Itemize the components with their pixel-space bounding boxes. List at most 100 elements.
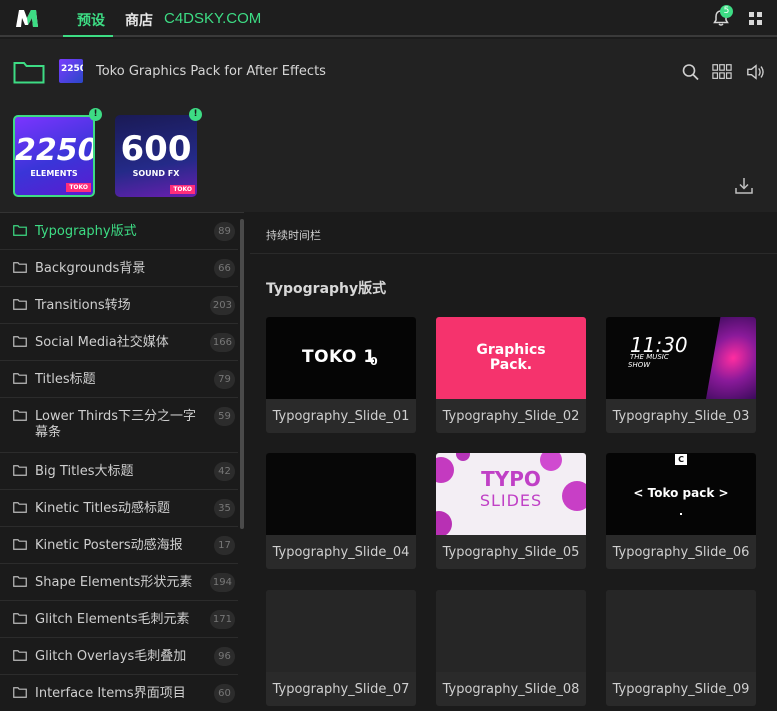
folder-icon [13, 687, 27, 698]
preset-caption: Typography_Slide_01 [272, 409, 410, 424]
folder-icon[interactable] [13, 60, 45, 84]
sidebar-item-label: Social Media社交媒体 [35, 335, 169, 350]
pack-thumbnail-text: 2250 [61, 64, 83, 74]
app-window: 预设 商店 C4DSKY.COM 5 2250 Toko Graphics Pa… [0, 0, 777, 711]
thumb-text: TOKO 1 [302, 347, 376, 367]
preset-caption: Typography_Slide_03 [612, 409, 750, 424]
sidebar-item[interactable]: Shape Elements形状元素 194 [0, 564, 238, 601]
category-sidebar: Typography版式 89 Backgrounds背景 66 Transitions… [0, 212, 244, 711]
sidebar-item[interactable]: Kinetic Titles动感标题 35 [0, 490, 238, 527]
preset-caption: Typography_Slide_06 [612, 545, 750, 560]
pack-card-subtitle: ELEMENTS [30, 169, 78, 178]
folder-icon [13, 336, 27, 347]
sidebar-item-count: 17 [214, 536, 235, 555]
sidebar-item[interactable]: Glitch Overlays毛刺叠加 96 [0, 638, 238, 675]
pack-card-subtitle: SOUND FX [132, 169, 180, 178]
sidebar-item-label: Typography版式 [35, 224, 137, 239]
preset-card[interactable]: Typography_Slide_04 [266, 453, 416, 569]
preset-thumbnail: Graphics Pack. [436, 317, 586, 399]
sidebar-item-label: Backgrounds背景 [35, 261, 146, 276]
logo-icon[interactable] [14, 7, 40, 29]
preset-card[interactable]: TOKO 1 0 Typography_Slide_01 [266, 317, 416, 433]
watermark-text: C4DSKY.COM [164, 10, 262, 27]
thumb-decoration [680, 513, 682, 515]
pack-card-number: 600 [120, 129, 192, 169]
thumb-text: THE MUSIC [630, 353, 669, 361]
thumb-text: < Toko pack > [633, 486, 729, 500]
tab-store[interactable]: 商店 [125, 10, 153, 30]
divider [250, 253, 777, 254]
search-icon[interactable] [681, 63, 701, 81]
thumb-decoration [706, 317, 756, 399]
preset-thumbnail [606, 590, 756, 672]
folder-icon [13, 410, 27, 421]
pack-card-elements[interactable]: 2250 ELEMENTS TOKO [13, 115, 95, 197]
preset-card[interactable]: Typography_Slide_09 [606, 590, 756, 706]
timeline-label: 持续时间栏 [266, 229, 321, 242]
sidebar-item[interactable]: Lower Thirds下三分之一字幕条 59 [0, 398, 238, 453]
volume-icon[interactable] [746, 63, 766, 81]
folder-icon [13, 650, 27, 661]
thumb-decoration [436, 511, 452, 535]
folder-icon [13, 539, 27, 550]
thumb-text: C [675, 454, 687, 465]
preset-card[interactable]: 11:30 THE MUSIC SHOW Typography_Slide_03 [606, 317, 756, 433]
sidebar-item-label: Shape Elements形状元素 [35, 575, 193, 590]
sidebar-item-label: Kinetic Titles动感标题 [35, 501, 170, 516]
download-icon[interactable] [734, 177, 754, 195]
folder-icon [13, 613, 27, 624]
sidebar-item[interactable]: Backgrounds背景 66 [0, 250, 238, 287]
folder-icon [13, 225, 27, 236]
active-tab-underline [63, 35, 113, 37]
sidebar-item-label: Interface Items界面项目 [35, 686, 186, 701]
pack-card-sound-fx[interactable]: 600 SOUND FX TOKO [115, 115, 197, 197]
pack-alert-badge: ! [189, 108, 202, 121]
preset-card[interactable]: Typography_Slide_08 [436, 590, 586, 706]
thumb-text: 0 [370, 355, 378, 368]
preset-caption: Typography_Slide_08 [442, 682, 580, 697]
preset-caption: Typography_Slide_05 [442, 545, 580, 560]
notification-badge: 5 [720, 5, 733, 18]
tab-presets[interactable]: 预设 [77, 10, 105, 30]
sidebar-item[interactable]: Typography版式 89 [0, 213, 238, 250]
sidebar-item-count: 60 [214, 684, 235, 703]
pack-card-brand: TOKO [66, 183, 91, 192]
folder-icon [13, 299, 27, 310]
sidebar-item-label: Lower Thirds下三分之一字幕条 [35, 409, 197, 440]
preset-caption: Typography_Slide_07 [272, 682, 410, 697]
sidebar-item-label: Titles标题 [35, 372, 96, 387]
sidebar-item[interactable]: Kinetic Posters动感海报 17 [0, 527, 238, 564]
preset-thumbnail: 11:30 THE MUSIC SHOW [606, 317, 756, 399]
sidebar-item-label: Glitch Elements毛刺元素 [35, 612, 190, 627]
preset-thumbnail [266, 590, 416, 672]
pack-card-number: 2250 [15, 133, 95, 168]
preset-thumbnail: C < Toko pack > [606, 453, 756, 535]
folder-icon [13, 502, 27, 513]
apps-grid-icon[interactable] [748, 11, 764, 27]
sidebar-item-count: 166 [209, 333, 235, 352]
sidebar-item-label: Big Titles大标题 [35, 464, 134, 479]
preset-card[interactable]: C < Toko pack > Typography_Slide_06 [606, 453, 756, 569]
preset-card[interactable]: Graphics Pack. Typography_Slide_02 [436, 317, 586, 433]
sidebar-scrollbar[interactable] [240, 219, 244, 529]
grid-view-icon[interactable] [712, 63, 732, 81]
preset-card[interactable]: TYPO SLIDES Typography_Slide_05 [436, 453, 586, 569]
folder-icon [13, 373, 27, 384]
thumb-decoration [456, 453, 470, 461]
pack-thumbnail[interactable]: 2250 [59, 59, 83, 83]
sidebar-item[interactable]: Titles标题 79 [0, 361, 238, 398]
thumb-text: SHOW [628, 361, 651, 369]
sidebar-item[interactable]: Transitions转场 203 [0, 287, 238, 324]
sidebar-item-count: 59 [214, 407, 235, 426]
preset-card[interactable]: Typography_Slide_07 [266, 590, 416, 706]
sidebar-item[interactable]: Interface Items界面项目 60 [0, 675, 238, 711]
pack-alert-badge: ! [89, 108, 102, 121]
sidebar-item[interactable]: Glitch Elements毛刺元素 171 [0, 601, 238, 638]
sidebar-item-count: 66 [214, 259, 235, 278]
folder-icon [13, 465, 27, 476]
sidebar-item[interactable]: Big Titles大标题 42 [0, 453, 238, 490]
pack-title: Toko Graphics Pack for After Effects [96, 64, 326, 79]
preset-caption: Typography_Slide_02 [442, 409, 580, 424]
thumb-text: SLIDES [479, 491, 543, 510]
sidebar-item[interactable]: Social Media社交媒体 166 [0, 324, 238, 361]
